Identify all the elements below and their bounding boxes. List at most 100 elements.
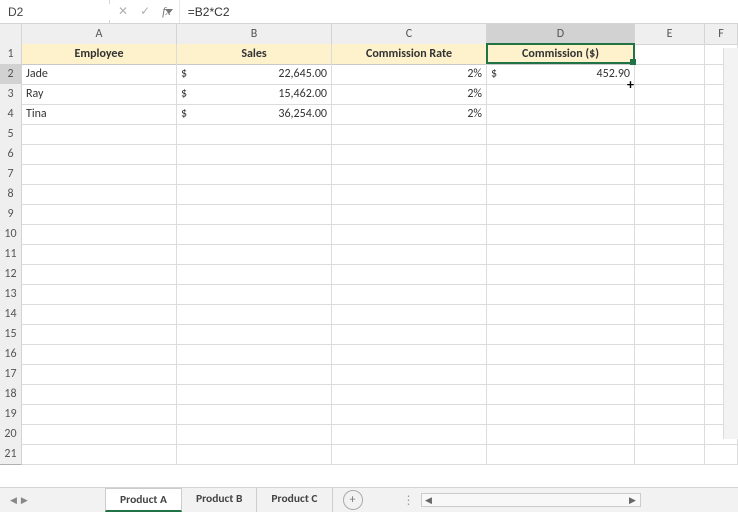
cell-B9[interactable] xyxy=(177,204,332,225)
cell-E8[interactable] xyxy=(635,184,705,205)
cell-C17[interactable] xyxy=(332,364,487,385)
row-header-10[interactable]: 10 xyxy=(0,224,22,245)
cell-D7[interactable] xyxy=(487,164,635,185)
cell-E16[interactable] xyxy=(635,344,705,365)
cell-C13[interactable] xyxy=(332,284,487,305)
cell-B16[interactable] xyxy=(177,344,332,365)
cell-D12[interactable] xyxy=(487,264,635,285)
cell-E17[interactable] xyxy=(635,364,705,385)
cell-C4[interactable]: 2% xyxy=(332,104,487,125)
cell-E13[interactable] xyxy=(635,284,705,305)
select-all-corner[interactable] xyxy=(0,24,22,45)
cell-A7[interactable] xyxy=(22,164,177,185)
cell-B19[interactable] xyxy=(177,404,332,425)
cell-D20[interactable] xyxy=(487,424,635,445)
cell-E6[interactable] xyxy=(635,144,705,165)
cell-A5[interactable] xyxy=(22,124,177,145)
cell-A12[interactable] xyxy=(22,264,177,285)
cell-A21[interactable] xyxy=(22,444,177,465)
row-header-21[interactable]: 21 xyxy=(0,444,22,465)
cell-E19[interactable] xyxy=(635,404,705,425)
tab-prev-icon[interactable]: ◀ xyxy=(10,495,17,506)
cell-C8[interactable] xyxy=(332,184,487,205)
cell-F21[interactable] xyxy=(705,444,738,465)
tab-next-icon[interactable]: ▶ xyxy=(21,495,28,506)
cell-E21[interactable] xyxy=(635,444,705,465)
cell-D2[interactable]: $452.90 xyxy=(487,64,635,85)
cell-E9[interactable] xyxy=(635,204,705,225)
cell-C11[interactable] xyxy=(332,244,487,265)
cell-B1[interactable]: Sales xyxy=(177,44,332,65)
row-header-5[interactable]: 5 xyxy=(0,124,22,145)
cell-A11[interactable] xyxy=(22,244,177,265)
cell-D9[interactable] xyxy=(487,204,635,225)
row-header-4[interactable]: 4 xyxy=(0,104,22,125)
cell-D18[interactable] xyxy=(487,384,635,405)
cell-A17[interactable] xyxy=(22,364,177,385)
row-header-6[interactable]: 6 xyxy=(0,144,22,165)
cell-A4[interactable]: Tina xyxy=(22,104,177,125)
cell-B4[interactable]: $36,254.00 xyxy=(177,104,332,125)
cell-E1[interactable] xyxy=(635,44,705,65)
cell-C1[interactable]: Commission Rate xyxy=(332,44,487,65)
cell-A18[interactable] xyxy=(22,384,177,405)
cell-E2[interactable] xyxy=(635,64,705,85)
cell-D10[interactable] xyxy=(487,224,635,245)
cell-B21[interactable] xyxy=(177,444,332,465)
cell-C10[interactable] xyxy=(332,224,487,245)
cell-B18[interactable] xyxy=(177,384,332,405)
cell-C14[interactable] xyxy=(332,304,487,325)
cell-D19[interactable] xyxy=(487,404,635,425)
cell-A16[interactable] xyxy=(22,344,177,365)
sheet-tab-product-a[interactable]: Product A xyxy=(105,488,182,512)
cell-C15[interactable] xyxy=(332,324,487,345)
spreadsheet-grid[interactable]: A B C D E F 1EmployeeSalesCommission Rat… xyxy=(0,24,738,464)
cell-B10[interactable] xyxy=(177,224,332,245)
cell-C20[interactable] xyxy=(332,424,487,445)
cell-D11[interactable] xyxy=(487,244,635,265)
cell-E3[interactable] xyxy=(635,84,705,105)
cell-D14[interactable] xyxy=(487,304,635,325)
sheet-tab-product-b[interactable]: Product B xyxy=(182,488,257,512)
cell-D21[interactable] xyxy=(487,444,635,465)
cell-D16[interactable] xyxy=(487,344,635,365)
cell-A13[interactable] xyxy=(22,284,177,305)
cell-A19[interactable] xyxy=(22,404,177,425)
cell-B12[interactable] xyxy=(177,264,332,285)
cell-D5[interactable] xyxy=(487,124,635,145)
col-header-D[interactable]: D xyxy=(487,24,635,45)
cell-C3[interactable]: 2% xyxy=(332,84,487,105)
cell-A2[interactable]: Jade xyxy=(22,64,177,85)
add-sheet-button[interactable]: + xyxy=(343,490,363,510)
cell-C6[interactable] xyxy=(332,144,487,165)
cell-A6[interactable] xyxy=(22,144,177,165)
cell-C7[interactable] xyxy=(332,164,487,185)
cell-E20[interactable] xyxy=(635,424,705,445)
row-header-13[interactable]: 13 xyxy=(0,284,22,305)
cell-C21[interactable] xyxy=(332,444,487,465)
cell-B2[interactable]: $22,645.00 xyxy=(177,64,332,85)
cell-E14[interactable] xyxy=(635,304,705,325)
cell-E5[interactable] xyxy=(635,124,705,145)
cell-B14[interactable] xyxy=(177,304,332,325)
scroll-right-icon[interactable]: ▶ xyxy=(626,495,640,506)
cell-E12[interactable] xyxy=(635,264,705,285)
cell-A9[interactable] xyxy=(22,204,177,225)
cell-A1[interactable]: Employee xyxy=(22,44,177,65)
formula-input[interactable] xyxy=(180,4,738,20)
cell-C18[interactable] xyxy=(332,384,487,405)
cell-D13[interactable] xyxy=(487,284,635,305)
row-header-16[interactable]: 16 xyxy=(0,344,22,365)
row-header-17[interactable]: 17 xyxy=(0,364,22,385)
cell-A10[interactable] xyxy=(22,224,177,245)
cell-B13[interactable] xyxy=(177,284,332,305)
row-header-18[interactable]: 18 xyxy=(0,384,22,405)
horizontal-scrollbar[interactable]: ◀ ▶ xyxy=(421,493,641,507)
cell-D15[interactable] xyxy=(487,324,635,345)
scroll-left-icon[interactable]: ◀ xyxy=(422,495,436,506)
cell-C9[interactable] xyxy=(332,204,487,225)
cell-E7[interactable] xyxy=(635,164,705,185)
cell-D1[interactable]: Commission ($) xyxy=(487,44,635,65)
cell-B8[interactable] xyxy=(177,184,332,205)
cell-A3[interactable]: Ray xyxy=(22,84,177,105)
